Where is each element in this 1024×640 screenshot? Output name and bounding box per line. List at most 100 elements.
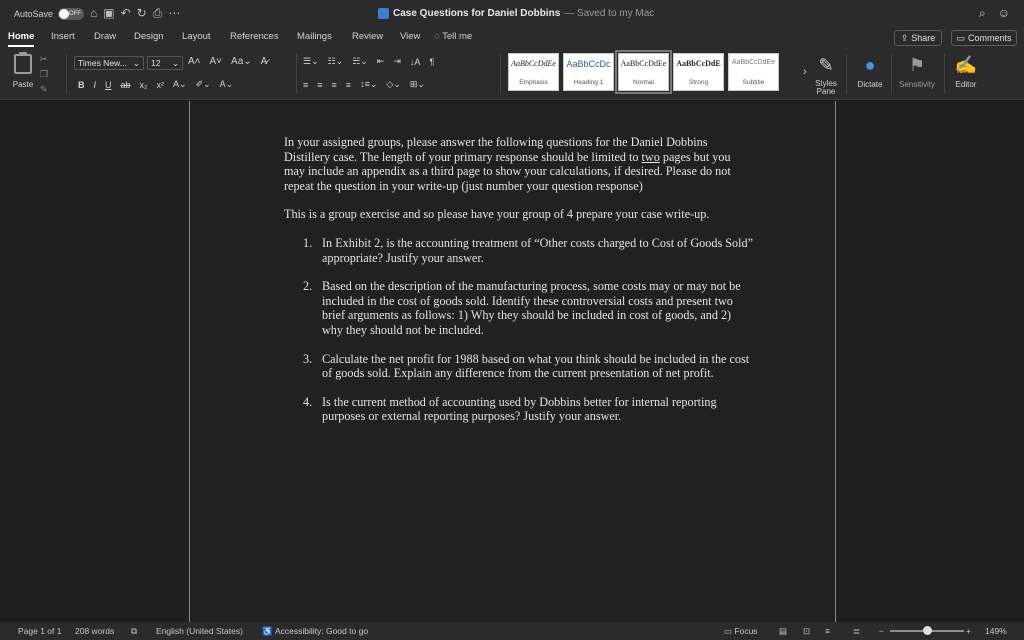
page-count[interactable]: Page 1 of 1	[18, 626, 61, 636]
document-body[interactable]: In your assigned groups, please answer t…	[284, 135, 754, 438]
font-name-value: Times New...	[78, 58, 127, 68]
editor-button[interactable]: ✍ Editor	[952, 54, 980, 89]
tab-mailings[interactable]: Mailings	[297, 31, 332, 42]
sensitivity-button[interactable]: ⚑ Sensitivity	[896, 54, 938, 89]
style-sample: AaBbCcDdE	[676, 58, 721, 68]
focus-icon: ▭	[724, 626, 735, 636]
numbering-icon[interactable]: ☷⌄	[328, 56, 344, 67]
grow-font-icon[interactable]: A˄	[188, 56, 201, 67]
sensitivity-label: Sensitivity	[898, 80, 935, 89]
share-button[interactable]: ⇪ Share	[894, 30, 942, 46]
align-center-icon[interactable]: ≡	[317, 80, 322, 90]
italic-icon[interactable]: I	[94, 80, 97, 90]
tab-layout[interactable]: Layout	[182, 31, 211, 42]
highlight-icon[interactable]: ✐⌄	[196, 79, 211, 90]
superscript-icon[interactable]: x²	[157, 80, 165, 90]
intro-paragraph: In your assigned groups, please answer t…	[284, 135, 731, 193]
zoom-in-icon[interactable]: +	[966, 626, 971, 636]
word-doc-icon	[378, 8, 389, 19]
style-normal[interactable]: AaBbCcDdEe Normal	[615, 50, 672, 94]
shading-icon[interactable]: ◇⌄	[386, 79, 400, 90]
line-spacing-icon[interactable]: ↕≡⌄	[360, 79, 377, 90]
autosave-toggle[interactable]: OFF	[58, 8, 85, 20]
increase-indent-icon[interactable]: ⇥	[393, 56, 401, 67]
bold-icon[interactable]: B	[78, 80, 85, 90]
print-layout-icon[interactable]: ▤	[779, 626, 787, 637]
tab-design[interactable]: Design	[134, 31, 164, 42]
draft-view-icon[interactable]: ≡	[825, 626, 830, 636]
print-icon[interactable]: ⎙	[153, 6, 163, 21]
accessibility-status[interactable]: Accessibility: Good to go	[275, 626, 368, 636]
multilevel-list-icon[interactable]: ☵⌄	[352, 56, 368, 67]
home-icon[interactable]: ⌂	[90, 6, 97, 21]
list-item: 1. In Exhibit 2, is the accounting treatm…	[303, 235, 753, 265]
search-icon[interactable]: ⌕	[979, 6, 986, 21]
style-sample: AaBbCcDdEe	[731, 58, 776, 66]
justify-icon[interactable]: ≡	[346, 80, 351, 90]
lightbulb-icon: ◌	[434, 31, 443, 42]
shrink-font-icon[interactable]: A˅	[210, 56, 223, 67]
tab-view[interactable]: View	[400, 31, 420, 42]
zoom-slider-handle[interactable]	[922, 626, 932, 635]
tab-draw[interactable]: Draw	[94, 31, 116, 42]
dictate-label: Dictate	[857, 80, 883, 89]
chevron-right-icon[interactable]: ›	[803, 66, 807, 78]
comments-button[interactable]: ▭ Comments	[951, 30, 1017, 46]
focus-button[interactable]: ▭ Focus	[724, 626, 758, 637]
account-icon[interactable]: ☺	[998, 6, 1010, 21]
style-emphasis[interactable]: AaBbCcDdEe Emphasis	[508, 53, 559, 91]
title-bar: AutoSave OFF ⌂ ▣ ↶ ↻ ⎙ ⋯ Case Questions …	[0, 0, 1024, 28]
undo-icon[interactable]: ↶	[121, 6, 131, 21]
paste-button[interactable]: Paste	[8, 52, 38, 89]
ribbon-home: Paste ✂ ❐ ✎ Times New... ⌄ 12 ⌄ A˄ A˅ Aa⌄ …	[0, 48, 1024, 100]
bullets-icon[interactable]: ☰⌄	[303, 56, 319, 67]
underline-icon[interactable]: U	[105, 80, 112, 90]
font-size-select[interactable]: 12 ⌄	[147, 56, 183, 70]
style-name: Emphasis	[519, 78, 548, 86]
style-strong[interactable]: AaBbCcDdE Strong	[673, 53, 724, 91]
font-name-select[interactable]: Times New... ⌄	[74, 56, 144, 70]
style-subtitle[interactable]: AaBbCcDdEe Subtitle	[728, 53, 779, 91]
more-icon[interactable]: ⋯	[168, 6, 180, 21]
word-count[interactable]: 208 words	[75, 626, 114, 636]
zoom-level[interactable]: 149%	[985, 626, 1007, 636]
clear-formatting-icon[interactable]: A̷	[261, 56, 268, 67]
style-sample: AaBbCcDdEe	[511, 58, 556, 68]
font-color-icon[interactable]: A⌄	[220, 79, 234, 90]
accessibility-icon: ♿	[262, 626, 273, 636]
change-case-icon[interactable]: Aa⌄	[231, 56, 252, 67]
subscript-icon[interactable]: x₂	[140, 80, 148, 90]
align-right-icon[interactable]: ≡	[332, 80, 337, 90]
document-title-area[interactable]: Case Questions for Daniel Dobbins — Save…	[378, 8, 654, 19]
tell-me-box[interactable]: ◌ Tell me	[434, 31, 472, 42]
copy-icon[interactable]: ❐	[40, 69, 48, 80]
cut-icon[interactable]: ✂	[40, 54, 48, 65]
zoom-out-icon[interactable]: −	[879, 626, 884, 636]
sensitivity-icon: ⚑	[908, 55, 926, 75]
align-left-icon[interactable]: ≡	[303, 80, 308, 90]
styles-pane-button[interactable]: ✎ Styles Pane	[813, 54, 839, 96]
outline-view-icon[interactable]: ≣	[853, 626, 860, 637]
decrease-indent-icon[interactable]: ⇤	[377, 56, 385, 67]
pilcrow-icon[interactable]: ¶	[429, 57, 434, 67]
sort-icon[interactable]: ↓A	[410, 57, 421, 67]
text-effects-icon[interactable]: A⌄	[173, 79, 187, 90]
proofing-icon[interactable]: ⧉	[131, 626, 137, 637]
language[interactable]: English (United States)	[156, 626, 243, 636]
save-icon[interactable]: ▣	[103, 6, 114, 21]
microphone-icon: ●	[864, 55, 876, 75]
redo-icon[interactable]: ↻	[137, 6, 147, 21]
editor-icon: ✍	[954, 55, 978, 75]
tab-references[interactable]: References	[230, 31, 279, 42]
tab-insert[interactable]: Insert	[51, 31, 75, 42]
tab-review[interactable]: Review	[352, 31, 383, 42]
font-size-value: 12	[151, 58, 161, 68]
dictate-button[interactable]: ● Dictate	[854, 54, 886, 89]
strikethrough-icon[interactable]: ab	[121, 80, 131, 90]
web-layout-icon[interactable]: ⊡	[803, 626, 810, 637]
autosave-control[interactable]: AutoSave OFF	[14, 8, 85, 20]
style-heading-1[interactable]: AaBbCcDc Heading 1	[563, 53, 614, 91]
tab-home[interactable]: Home	[8, 31, 35, 47]
format-painter-icon[interactable]: ✎	[40, 84, 48, 95]
borders-icon[interactable]: ⊞⌄	[410, 79, 425, 90]
